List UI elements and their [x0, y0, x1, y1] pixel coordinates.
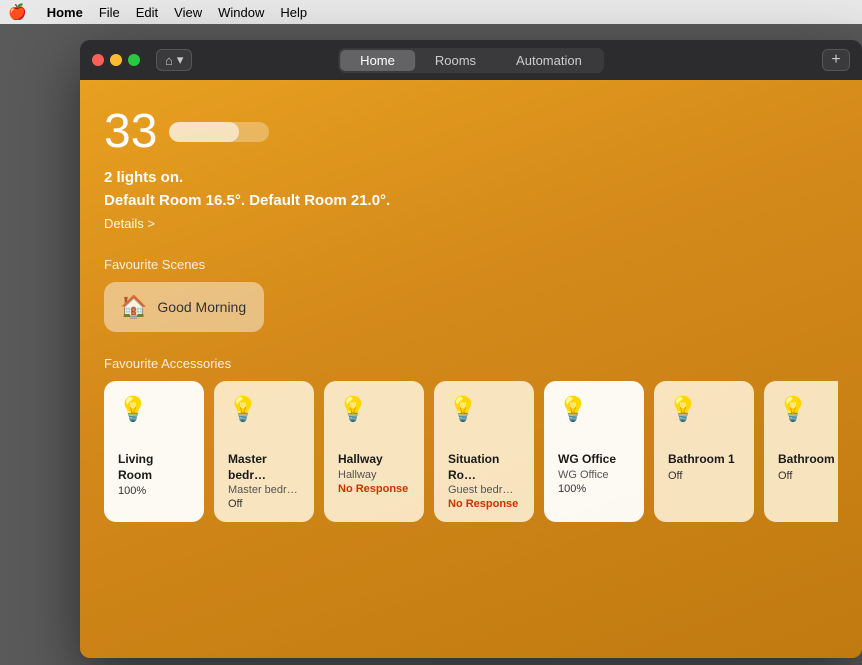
accessory-name-2: Hallway: [338, 452, 410, 468]
menu-window[interactable]: Window: [218, 5, 264, 20]
accessory-icon-1: 💡: [228, 395, 300, 424]
main-content: 33 2 lights on. Default Room 16.5°. Defa…: [80, 80, 862, 658]
accessory-status-0: 100%: [118, 485, 190, 497]
scene-good-morning-label: Good Morning: [157, 299, 246, 315]
lights-status: 2 lights on.: [104, 167, 838, 190]
accessory-status-5: Off: [668, 470, 740, 482]
nav-tabs: Home Rooms Automation: [338, 48, 604, 73]
accessory-sub-3: Guest bedr…: [448, 484, 520, 496]
menubar: 🍎 Home File Edit View Window Help: [0, 0, 862, 24]
accessory-status-6: Off: [778, 470, 838, 482]
accessory-status-4: 100%: [558, 483, 630, 495]
menu-edit[interactable]: Edit: [136, 5, 158, 20]
home-chevron-icon: ▾: [177, 52, 184, 68]
accessories-row: 💡 Living Room 100% 💡 Master bedr… Master…: [104, 381, 838, 546]
accessory-name-1: Master bedr…: [228, 452, 300, 483]
minimize-button[interactable]: [110, 54, 122, 66]
details-link[interactable]: Details >: [104, 216, 155, 231]
accessory-name-5: Bathroom 1: [668, 452, 740, 468]
menu-view[interactable]: View: [174, 5, 202, 20]
app-window: ⌂ ▾ Home Rooms Automation + 33 2 lights …: [80, 40, 862, 658]
status-description: 2 lights on. Default Room 16.5°. Default…: [104, 167, 838, 212]
tab-home[interactable]: Home: [340, 50, 415, 71]
accessory-card-5[interactable]: 💡 Bathroom 1 Off: [654, 381, 754, 522]
home-button[interactable]: ⌂ ▾: [156, 49, 192, 71]
accessory-icon-4: 💡: [558, 395, 630, 424]
tab-automation[interactable]: Automation: [496, 50, 602, 71]
maximize-button[interactable]: [128, 54, 140, 66]
accessory-status-2: No Response: [338, 483, 410, 495]
menu-help[interactable]: Help: [280, 5, 307, 20]
menu-file[interactable]: File: [99, 5, 120, 20]
accessory-name-3: Situation Ro…: [448, 452, 520, 483]
scene-good-morning[interactable]: 🏠 Good Morning: [104, 282, 264, 332]
traffic-lights: [92, 54, 140, 66]
home-icon: ⌂: [165, 53, 173, 68]
scenes-row: 🏠 Good Morning: [104, 282, 838, 332]
favourite-accessories-section: Favourite Accessories 💡 Living Room 100%…: [104, 356, 838, 546]
accessory-status-3: No Response: [448, 498, 520, 510]
accessory-sub-4: WG Office: [558, 469, 630, 481]
scene-home-icon: 🏠: [120, 294, 147, 320]
titlebar: ⌂ ▾ Home Rooms Automation +: [80, 40, 862, 80]
temperature-value: 33: [104, 104, 157, 159]
temperature-bar-fill: [169, 122, 239, 142]
accessory-name-4: WG Office: [558, 452, 630, 468]
add-button[interactable]: +: [822, 49, 850, 71]
menu-home[interactable]: Home: [47, 5, 83, 20]
accessory-card-6[interactable]: 💡 Bathroom 2 Off: [764, 381, 838, 522]
accessory-card-1[interactable]: 💡 Master bedr… Master bedr… Off: [214, 381, 314, 522]
apple-menu[interactable]: 🍎: [8, 3, 27, 21]
room-temps: Default Room 16.5°. Default Room 21.0°.: [104, 190, 838, 213]
accessory-icon-3: 💡: [448, 395, 520, 424]
accessory-icon-2: 💡: [338, 395, 410, 424]
accessories-section-label: Favourite Accessories: [104, 356, 838, 371]
close-button[interactable]: [92, 54, 104, 66]
accessory-name-6: Bathroom 2: [778, 452, 838, 468]
accessory-icon-5: 💡: [668, 395, 740, 424]
accessory-card-3[interactable]: 💡 Situation Ro… Guest bedr… No Response: [434, 381, 534, 522]
tab-rooms[interactable]: Rooms: [415, 50, 496, 71]
accessory-card-2[interactable]: 💡 Hallway Hallway No Response: [324, 381, 424, 522]
accessory-icon-6: 💡: [778, 395, 838, 424]
scenes-section-label: Favourite Scenes: [104, 257, 838, 272]
accessory-name-0: Living Room: [118, 452, 190, 483]
temperature-bar: [169, 122, 269, 142]
accessory-icon-0: 💡: [118, 395, 190, 424]
status-area: 33 2 lights on. Default Room 16.5°. Defa…: [104, 104, 838, 233]
favourite-scenes-section: Favourite Scenes 🏠 Good Morning: [104, 257, 838, 332]
accessory-card-0[interactable]: 💡 Living Room 100%: [104, 381, 204, 522]
accessory-status-1: Off: [228, 498, 300, 510]
accessory-card-4[interactable]: 💡 WG Office WG Office 100%: [544, 381, 644, 522]
accessory-sub-1: Master bedr…: [228, 484, 300, 496]
accessory-sub-2: Hallway: [338, 469, 410, 481]
